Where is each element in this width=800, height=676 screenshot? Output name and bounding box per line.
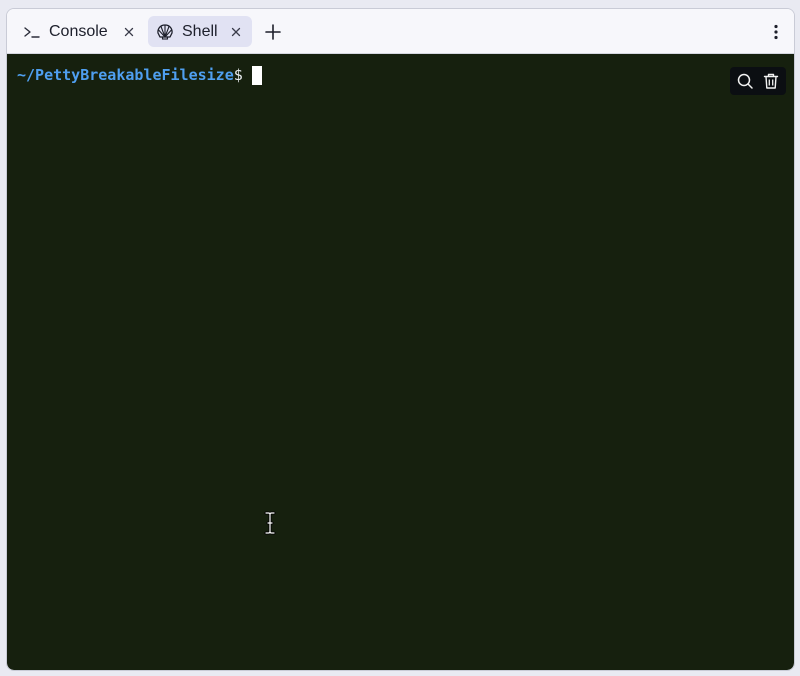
plus-icon xyxy=(265,24,281,40)
search-icon xyxy=(737,73,753,89)
text-cursor-icon xyxy=(264,511,276,535)
tab-shell-label: Shell xyxy=(182,22,218,40)
add-tab-button[interactable] xyxy=(262,21,284,43)
terminal-area[interactable]: ~/PettyBreakableFilesize $ xyxy=(7,54,794,670)
terminal-toolbar xyxy=(730,67,786,95)
close-icon[interactable] xyxy=(121,24,137,40)
vertical-ellipsis-icon xyxy=(774,24,778,40)
tab-console-label: Console xyxy=(49,22,108,40)
tab-shell[interactable]: Shell xyxy=(148,16,252,47)
tab-bar: Console Shell xyxy=(7,9,794,54)
prompt-path: ~/PettyBreakableFilesize xyxy=(17,66,234,84)
shell-window: Console Shell ~/PettyBreakableFilesize $ xyxy=(6,8,795,671)
clear-button[interactable] xyxy=(759,69,783,93)
terminal-prompt-icon xyxy=(23,23,41,41)
search-button[interactable] xyxy=(733,69,757,93)
trash-icon xyxy=(763,73,779,89)
terminal-cursor xyxy=(251,65,262,85)
more-options-button[interactable] xyxy=(766,21,786,43)
prompt-symbol: $ xyxy=(233,66,243,84)
prompt-line: ~/PettyBreakableFilesize $ xyxy=(17,65,262,85)
tab-console[interactable]: Console xyxy=(15,16,145,47)
shell-icon xyxy=(156,23,174,41)
close-icon[interactable] xyxy=(228,24,244,40)
